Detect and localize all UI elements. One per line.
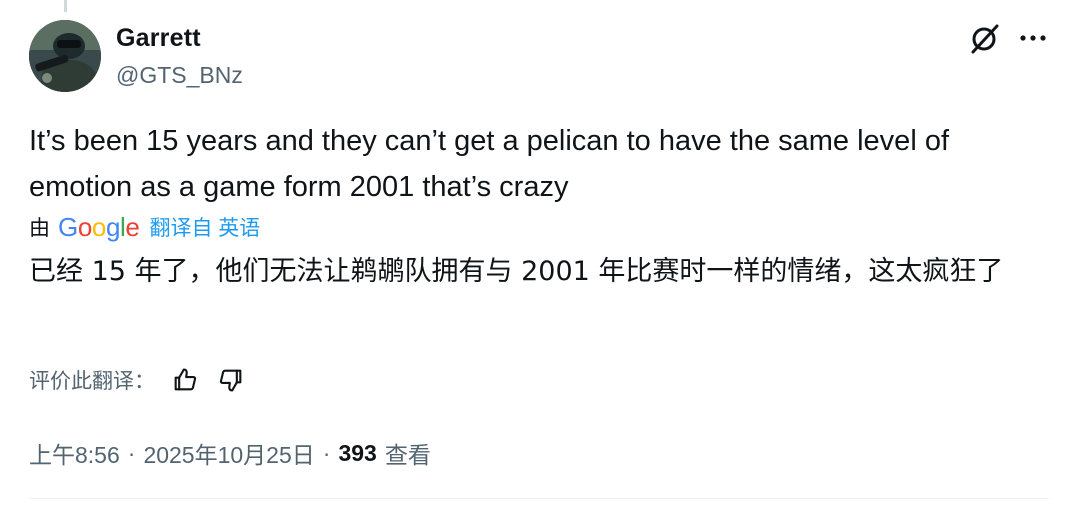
meta-separator: · [127,439,136,466]
thread-connector-line [64,0,67,12]
thumbs-up-icon[interactable] [171,366,199,394]
grok-icon[interactable] [967,22,1001,56]
views-label[interactable]: 查看 [385,436,431,470]
more-icon[interactable] [1018,26,1048,50]
divider [29,498,1049,499]
author-name[interactable]: Garrett [116,24,201,53]
translation-attribution: 由 Google 翻译自 英语 [29,211,260,243]
avatar[interactable] [29,20,101,92]
tweet-meta: 上午8:56 · 2025年10月25日 · 393 查看 [29,434,431,472]
translated-by-label: 由 [29,217,50,240]
rate-translation: 评价此翻译： [29,362,263,398]
google-logo: Google [58,211,140,242]
author-handle[interactable]: @GTS_BNz [116,62,243,89]
tweet-time[interactable]: 上午8:56 [29,436,120,470]
rate-translation-label: 评价此翻译： [29,370,155,393]
views-count[interactable]: 393 [338,440,376,467]
thumbs-down-icon[interactable] [217,366,245,394]
tweet-date[interactable]: 2025年10月25日 [143,436,314,470]
translated-text: 已经 15 年了，他们无法让鹈鹕队拥有与 2001 年比赛时一样的情绪，这太疯狂… [29,256,1004,287]
tweet-text: It’s been 15 years and they can’t get a … [29,125,949,203]
meta-separator: · [322,439,331,466]
translated-from-link[interactable]: 翻译自 英语 [149,212,260,242]
avatar-photo [29,20,101,92]
